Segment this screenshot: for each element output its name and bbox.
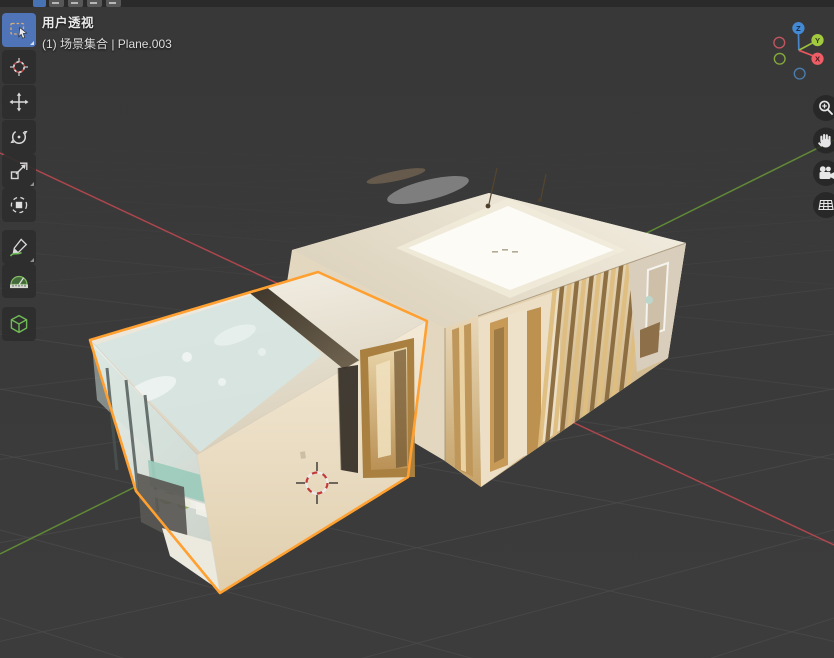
tool-measure[interactable] — [2, 264, 36, 298]
gizmo-z-label: Z — [796, 24, 801, 33]
tool-annotate[interactable] — [2, 230, 36, 264]
gizmo-x-ball[interactable]: X — [811, 53, 823, 65]
view-control-pan[interactable] — [813, 128, 834, 154]
tool-cursor-3d[interactable] — [2, 50, 36, 84]
view-controls — [806, 92, 834, 222]
header-mode-chip-3[interactable] — [68, 0, 83, 7]
tool-rotate[interactable] — [2, 120, 36, 154]
measure-icon — [8, 270, 30, 292]
gizmo-x-label: X — [815, 55, 821, 64]
tool-transform[interactable] — [2, 188, 36, 222]
header-mode-chip-4[interactable] — [87, 0, 102, 7]
tool-tweak-select[interactable] — [2, 13, 36, 47]
view-control-zoom[interactable] — [813, 95, 834, 121]
gizmo-minus-x-ball[interactable] — [774, 37, 785, 48]
navigation-gizmo[interactable]: Z Y X — [755, 15, 834, 100]
view-mode-label: 用户透视 — [42, 12, 172, 31]
view-control-ortho[interactable] — [813, 192, 834, 218]
selection-path-label: (1) 场景集合 | Plane.003 — [42, 35, 172, 52]
header-mode-chip-2[interactable] — [49, 0, 64, 7]
topbar — [0, 0, 834, 7]
rotate-icon — [8, 126, 30, 148]
pan-hand-icon — [819, 135, 831, 148]
tool-move[interactable] — [2, 85, 36, 119]
gizmo-y-ball[interactable]: Y — [811, 34, 823, 46]
view-control-camera[interactable] — [813, 160, 834, 186]
tool-add-cube[interactable] — [2, 307, 36, 341]
viewport-hud: 用户透视 (1) 场景集合 | Plane.003 — [42, 12, 172, 52]
transform-icon — [8, 194, 30, 216]
tool-shelf — [2, 13, 36, 341]
tool-scale[interactable] — [2, 154, 36, 188]
gizmo-y-label: Y — [815, 36, 820, 45]
annotate-icon — [8, 236, 30, 258]
gizmo-minus-z-ball[interactable] — [794, 68, 805, 79]
move-icon — [8, 91, 30, 113]
gizmo-z-ball[interactable]: Z — [792, 22, 804, 34]
add-cube-icon — [8, 313, 30, 335]
cursor-3d-icon — [8, 56, 30, 78]
blender-3d-viewport: 用户透视 (1) 场景集合 | Plane.003 Z Y X — [0, 0, 834, 658]
scale-icon — [8, 160, 30, 182]
header-mode-chip-5[interactable] — [106, 0, 121, 7]
header-mode-chip-1[interactable] — [33, 0, 46, 7]
viewport-canvas[interactable] — [0, 0, 834, 658]
select-box-icon — [8, 19, 30, 41]
gizmo-minus-y-ball[interactable] — [774, 53, 785, 64]
